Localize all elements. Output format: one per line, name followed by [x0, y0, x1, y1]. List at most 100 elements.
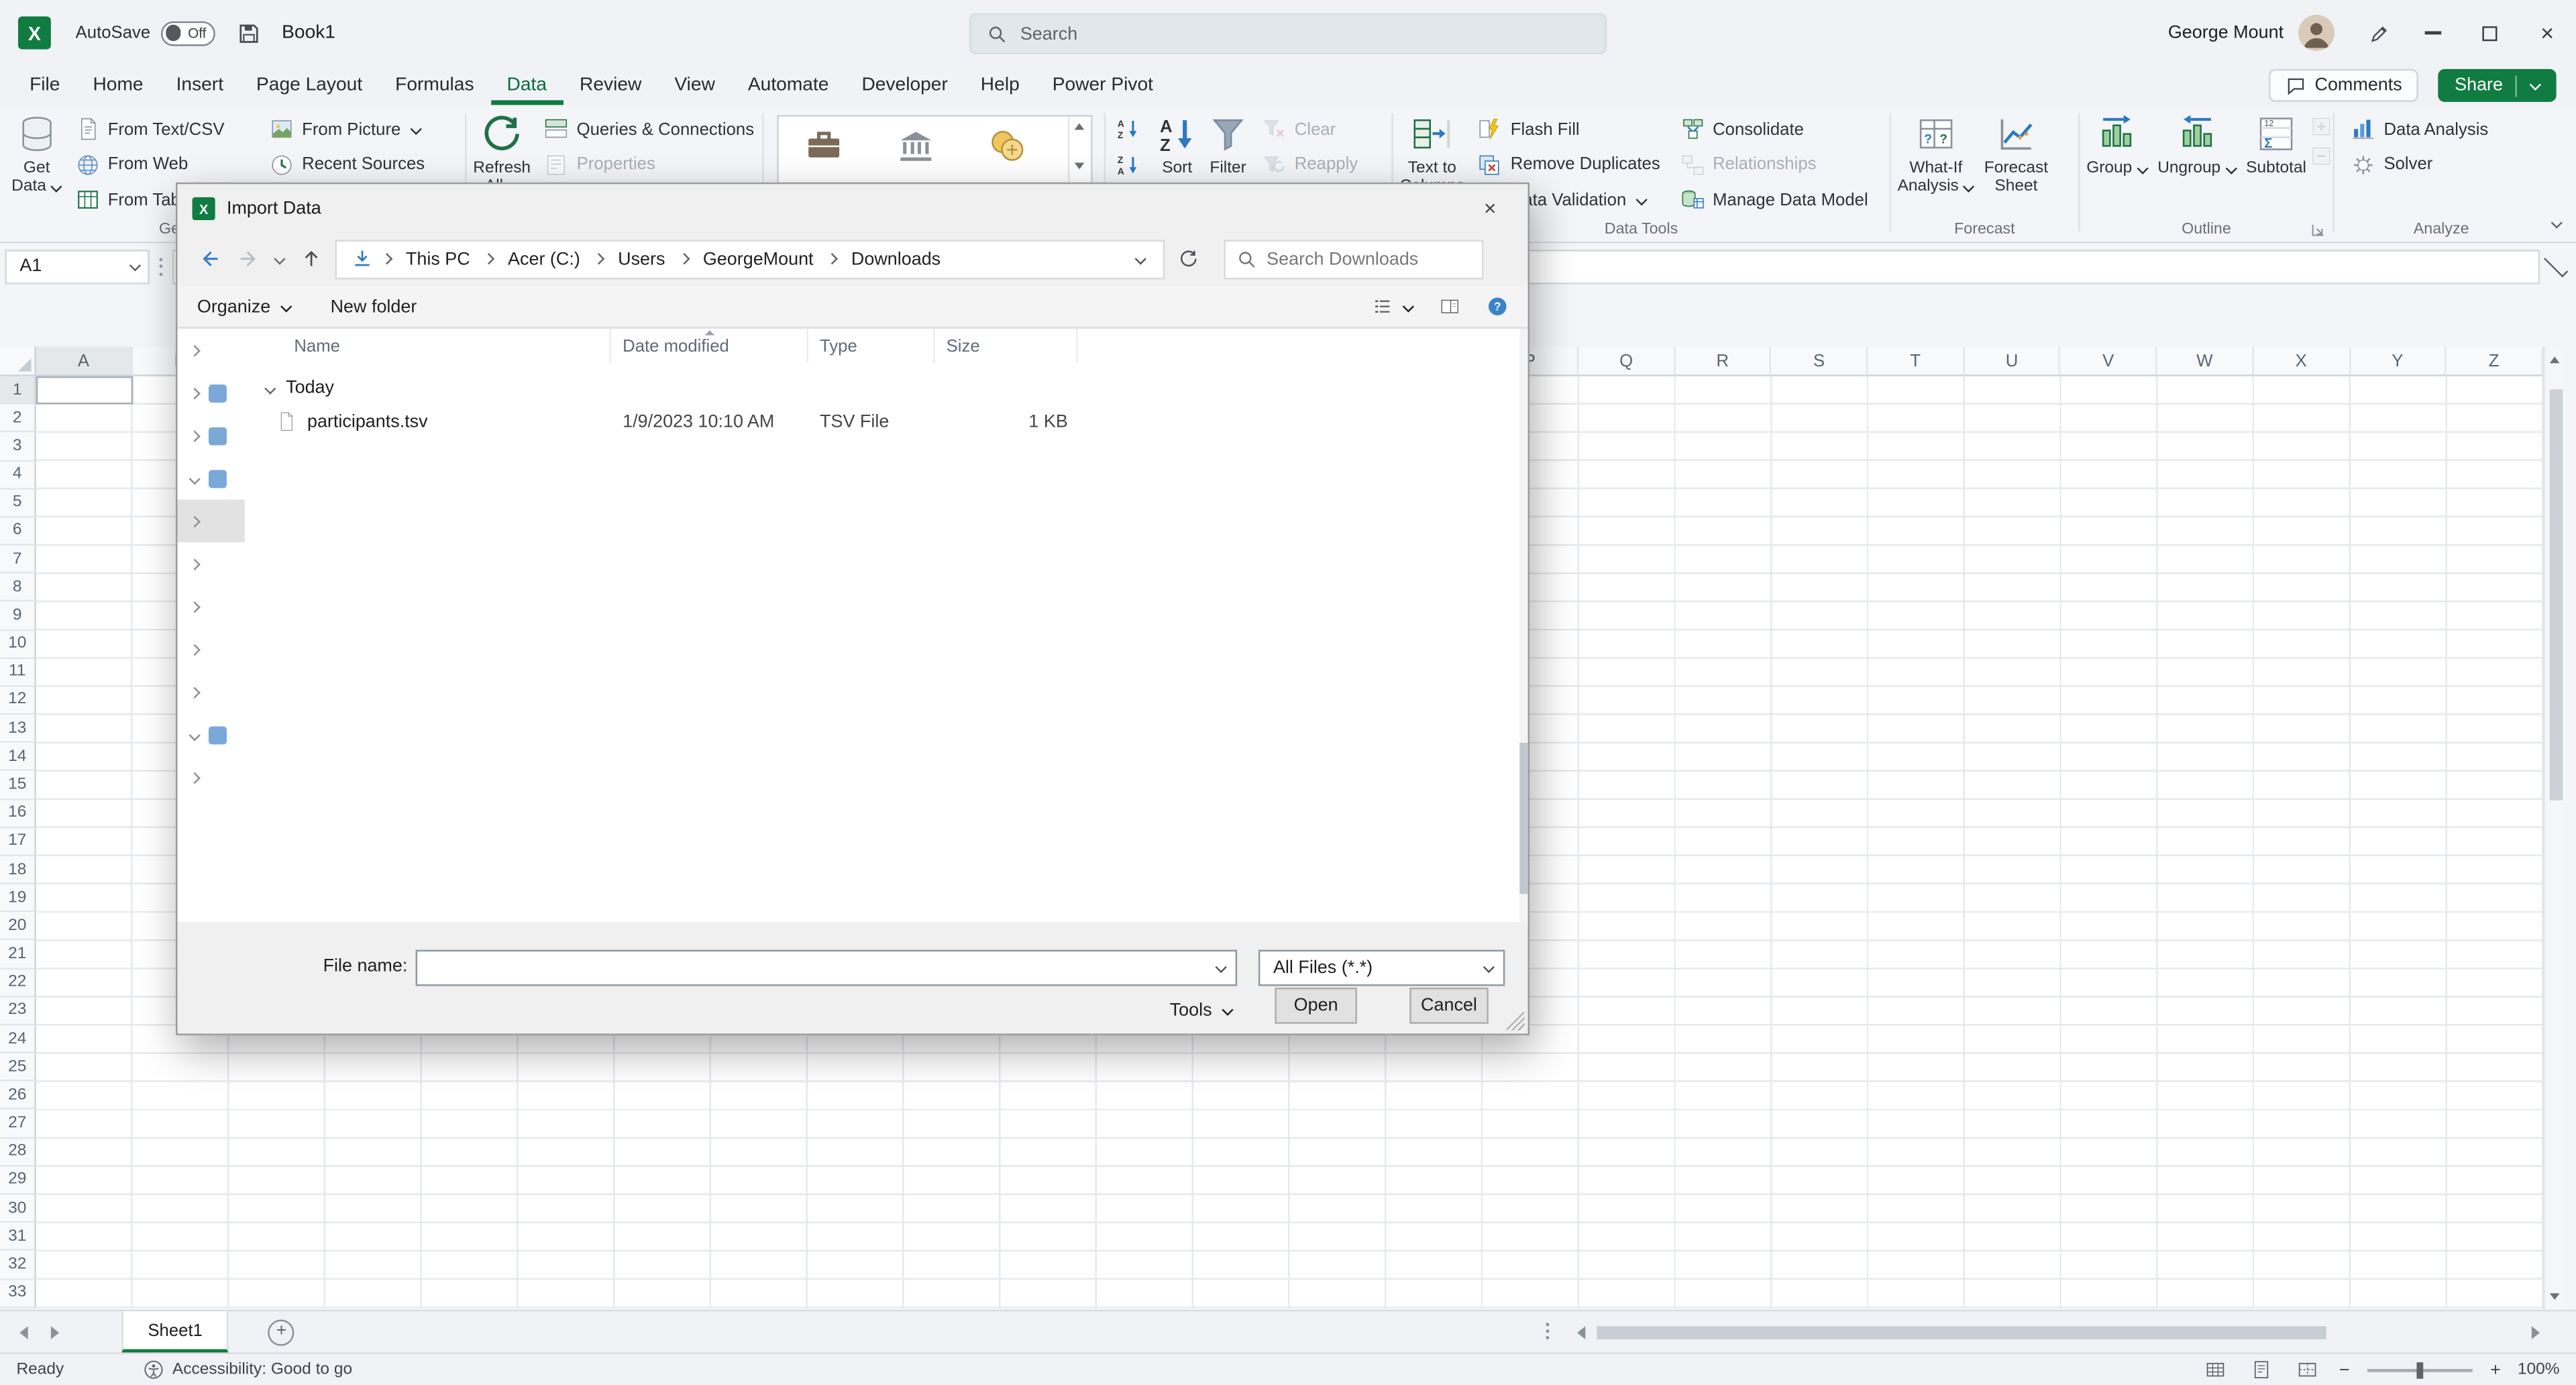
chevron-right-icon[interactable] [189, 515, 201, 527]
file-row-participants.tsv[interactable]: participants.tsv1/9/2023 10:10 AMTSV Fil… [245, 406, 1528, 438]
from-text-csv-button[interactable]: From Text/CSV [66, 112, 258, 148]
menu-tab-developer[interactable]: Developer [845, 66, 964, 105]
row-header-33[interactable]: 33 [0, 1280, 36, 1308]
preview-pane-button[interactable] [1439, 296, 1460, 317]
row-header-18[interactable]: 18 [0, 856, 36, 884]
vertical-scrollbar[interactable] [2543, 347, 2565, 1310]
list-column-header-size[interactable]: Size [934, 329, 1077, 363]
tree-item-10[interactable] [177, 713, 244, 756]
show-detail-button[interactable] [2311, 117, 2330, 136]
row-header-6[interactable]: 6 [0, 517, 36, 546]
column-header-R[interactable]: R [1675, 347, 1772, 376]
minimize-button[interactable] [2404, 0, 2461, 66]
consolidate-button[interactable]: Consolidate [1672, 112, 1876, 148]
recent-locations-button[interactable] [268, 254, 290, 263]
menu-tab-help[interactable]: Help [964, 66, 1036, 105]
remove-duplicates-button[interactable]: Remove Duplicates [1470, 147, 1668, 183]
select-all-corner[interactable] [0, 347, 36, 376]
horizontal-scrollbar[interactable] [1574, 1311, 2546, 1354]
menu-tab-view[interactable]: View [658, 66, 732, 105]
row-header-5[interactable]: 5 [0, 489, 36, 517]
user-name[interactable]: George Mount [2168, 23, 2284, 42]
row-header-10[interactable]: 10 [0, 630, 36, 658]
chevron-down-icon[interactable] [1206, 952, 1236, 984]
file-name-input[interactable] [416, 950, 1237, 986]
data-analysis-button[interactable]: Data Analysis [2343, 112, 2496, 148]
refresh-button[interactable] [1168, 248, 1208, 270]
maximize-button[interactable] [2461, 0, 2519, 66]
row-header-23[interactable]: 23 [0, 997, 36, 1025]
open-button[interactable]: Open [1275, 988, 1356, 1024]
row-header-8[interactable]: 8 [0, 574, 36, 602]
row-header-26[interactable]: 26 [0, 1082, 36, 1110]
row-header-28[interactable]: 28 [0, 1138, 36, 1166]
chevron-right-icon[interactable] [189, 686, 201, 697]
zoom-in-button[interactable]: + [2481, 1360, 2510, 1380]
scroll-down-icon[interactable] [1075, 162, 1085, 169]
list-column-header-type[interactable]: Type [808, 329, 935, 363]
forecast-sheet-button[interactable]: Forecast Sheet [1979, 110, 2053, 195]
forward-button[interactable] [228, 232, 268, 286]
chevron-right-icon[interactable] [189, 644, 201, 655]
what-if-analysis-button[interactable]: ?? What-If Analysis [1892, 110, 1979, 195]
group-button[interactable]: Group [2082, 110, 2153, 177]
menu-tab-file[interactable]: File [13, 66, 76, 105]
column-header-Z[interactable]: Z [2447, 347, 2543, 376]
row-header-20[interactable]: 20 [0, 913, 36, 941]
horizontal-scrollbar-thumb[interactable] [1597, 1326, 2326, 1339]
chevron-down-icon[interactable] [189, 472, 201, 484]
formula-bar-handle[interactable] [153, 257, 169, 275]
list-column-header-date-modified[interactable]: Date modified [611, 329, 808, 363]
active-cell-a1[interactable] [36, 376, 133, 405]
column-header-W[interactable]: W [2157, 347, 2254, 376]
tree-item-9[interactable] [177, 670, 244, 713]
row-header-17[interactable]: 17 [0, 828, 36, 856]
row-header-16[interactable]: 16 [0, 800, 36, 828]
column-header-A[interactable]: A [36, 347, 133, 376]
collapse-ribbon-icon[interactable] [2551, 216, 2561, 227]
file-group-header[interactable]: Today [245, 363, 1528, 406]
breadcrumb-item-georgemount[interactable]: GeorgeMount [692, 249, 825, 268]
menu-tab-review[interactable]: Review [564, 66, 658, 105]
column-header-Y[interactable]: Y [2350, 347, 2447, 376]
sort-az-button[interactable]: AZ [1108, 112, 1148, 148]
tree-item-8[interactable] [177, 628, 244, 671]
row-header-27[interactable]: 27 [0, 1110, 36, 1138]
new-sheet-button[interactable]: + [268, 1319, 294, 1345]
chevron-right-icon[interactable] [189, 601, 201, 612]
menu-tab-data[interactable]: Data [490, 66, 563, 105]
normal-view-button[interactable] [2192, 1359, 2238, 1380]
menu-tab-power-pivot[interactable]: Power Pivot [1036, 66, 1169, 105]
next-sheet-icon[interactable] [51, 1325, 59, 1339]
sort-button[interactable]: AZ Sort [1152, 110, 1203, 177]
autosave-toggle[interactable]: AutoSave Off [76, 21, 215, 46]
row-header-7[interactable]: 7 [0, 546, 36, 574]
row-header-25[interactable]: 25 [0, 1054, 36, 1082]
properties-button[interactable]: Properties [535, 147, 762, 183]
row-header-11[interactable]: 11 [0, 658, 36, 686]
address-dropdown-icon[interactable] [1123, 249, 1155, 268]
dialog-titlebar[interactable]: X Import Data × [177, 184, 1527, 232]
tree-item-3[interactable] [177, 414, 244, 457]
view-mode-button[interactable] [1371, 296, 1413, 317]
list-column-header-name[interactable]: Name [245, 329, 611, 363]
dialog-close-button[interactable]: × [1452, 184, 1528, 232]
search-input[interactable]: Search [969, 13, 1607, 54]
row-header-3[interactable]: 3 [0, 433, 36, 461]
chevron-right-icon[interactable] [189, 772, 201, 783]
chevron-right-icon[interactable] [189, 558, 201, 569]
zoom-slider-thumb[interactable] [2416, 1362, 2422, 1378]
accessibility-status[interactable]: Accessibility: Good to go [143, 1359, 352, 1380]
row-header-4[interactable]: 4 [0, 461, 36, 489]
new-folder-button[interactable]: New folder [331, 297, 417, 316]
dialog-search-input[interactable]: Search Downloads [1224, 239, 1483, 278]
back-button[interactable] [189, 232, 229, 286]
row-header-24[interactable]: 24 [0, 1025, 36, 1054]
solver-button[interactable]: Solver [2343, 147, 2496, 183]
chevron-down-icon[interactable] [189, 729, 201, 740]
tree-item-1[interactable] [177, 329, 244, 372]
formula-bar-expand-icon[interactable] [2544, 254, 2568, 277]
organize-button[interactable]: Organize [197, 297, 291, 316]
scroll-up-icon[interactable] [1075, 123, 1085, 130]
scroll-right-icon[interactable] [2532, 1326, 2540, 1339]
